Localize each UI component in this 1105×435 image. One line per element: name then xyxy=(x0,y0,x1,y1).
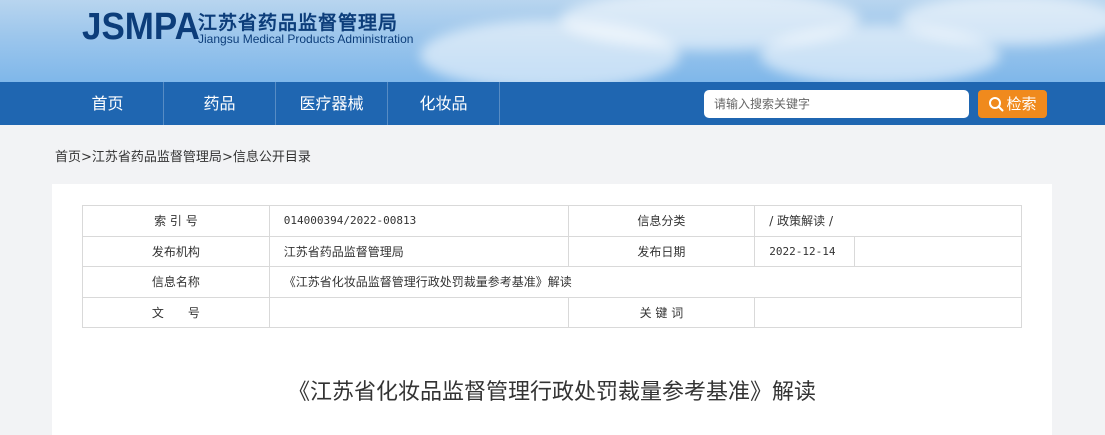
keywords-value xyxy=(754,296,1022,328)
nav-item-cosmetics[interactable]: 化妆品 xyxy=(388,82,500,125)
search-button-label: 检索 xyxy=(1006,95,1037,113)
name-label: 信息名称 xyxy=(82,266,270,298)
article-title: 《江苏省化妆品监督管理行政处罚裁量参考基准》解读 xyxy=(287,380,816,405)
breadcrumb-agency[interactable]: 江苏省药品监督管理局 xyxy=(92,150,222,165)
search-icon xyxy=(989,97,1004,112)
breadcrumb-catalog[interactable]: 信息公开目录 xyxy=(233,150,311,165)
org-name-cn: 江苏省药品监督管理局 xyxy=(198,12,399,34)
breadcrumb-separator: > xyxy=(81,150,92,165)
date-label: 发布日期 xyxy=(567,235,756,267)
empty-cell xyxy=(854,235,1022,267)
org-name-en: Jiangsu Medical Products Administration xyxy=(198,32,414,46)
breadcrumb-home[interactable]: 首页 xyxy=(55,150,81,165)
keywords-label: 关 键 词 xyxy=(567,296,756,328)
doc-number-label: 文 号 xyxy=(82,296,270,328)
publisher-value: 江苏省药品监督管理局 xyxy=(268,235,569,267)
site-logo[interactable]: JSMPA xyxy=(82,6,200,49)
table-row: 发布机构 江苏省药品监督管理局 发布日期 2022-12-14 xyxy=(82,235,1022,267)
date-value: 2022-12-14 xyxy=(754,235,856,267)
table-row: 信息名称 《江苏省化妆品监督管理行政处罚裁量参考基准》解读 xyxy=(82,266,1023,298)
index-label: 索 引 号 xyxy=(82,205,270,237)
search-input[interactable]: 请输入搜索关键字 xyxy=(704,90,969,118)
breadcrumb-separator: > xyxy=(221,150,233,165)
breadcrumb: 首页>江苏省药品监督管理局>信息公开目录 xyxy=(55,146,311,165)
nav-item-drugs[interactable]: 药品 xyxy=(164,82,276,125)
category-value: / 政策解读 / xyxy=(754,205,1022,237)
info-meta-table: 索 引 号 014000394/2022-00813 信息分类 / 政策解读 /… xyxy=(82,205,1023,328)
header-banner: JSMPA 江苏省药品监督管理局 Jiangsu Medical Product… xyxy=(0,0,1105,82)
name-value: 《江苏省化妆品监督管理行政处罚裁量参考基准》解读 xyxy=(268,266,1023,298)
index-value: 014000394/2022-00813 xyxy=(268,205,569,237)
nav-item-medical-devices[interactable]: 医疗器械 xyxy=(276,82,388,125)
search-button[interactable]: 检索 xyxy=(978,90,1047,118)
doc-number-value xyxy=(268,296,569,328)
nav-item-home[interactable]: 首页 xyxy=(52,82,164,125)
table-row: 文 号 关 键 词 xyxy=(82,296,1022,328)
table-row: 索 引 号 014000394/2022-00813 信息分类 / 政策解读 / xyxy=(82,205,1022,237)
category-label: 信息分类 xyxy=(567,205,756,237)
publisher-label: 发布机构 xyxy=(82,235,270,267)
